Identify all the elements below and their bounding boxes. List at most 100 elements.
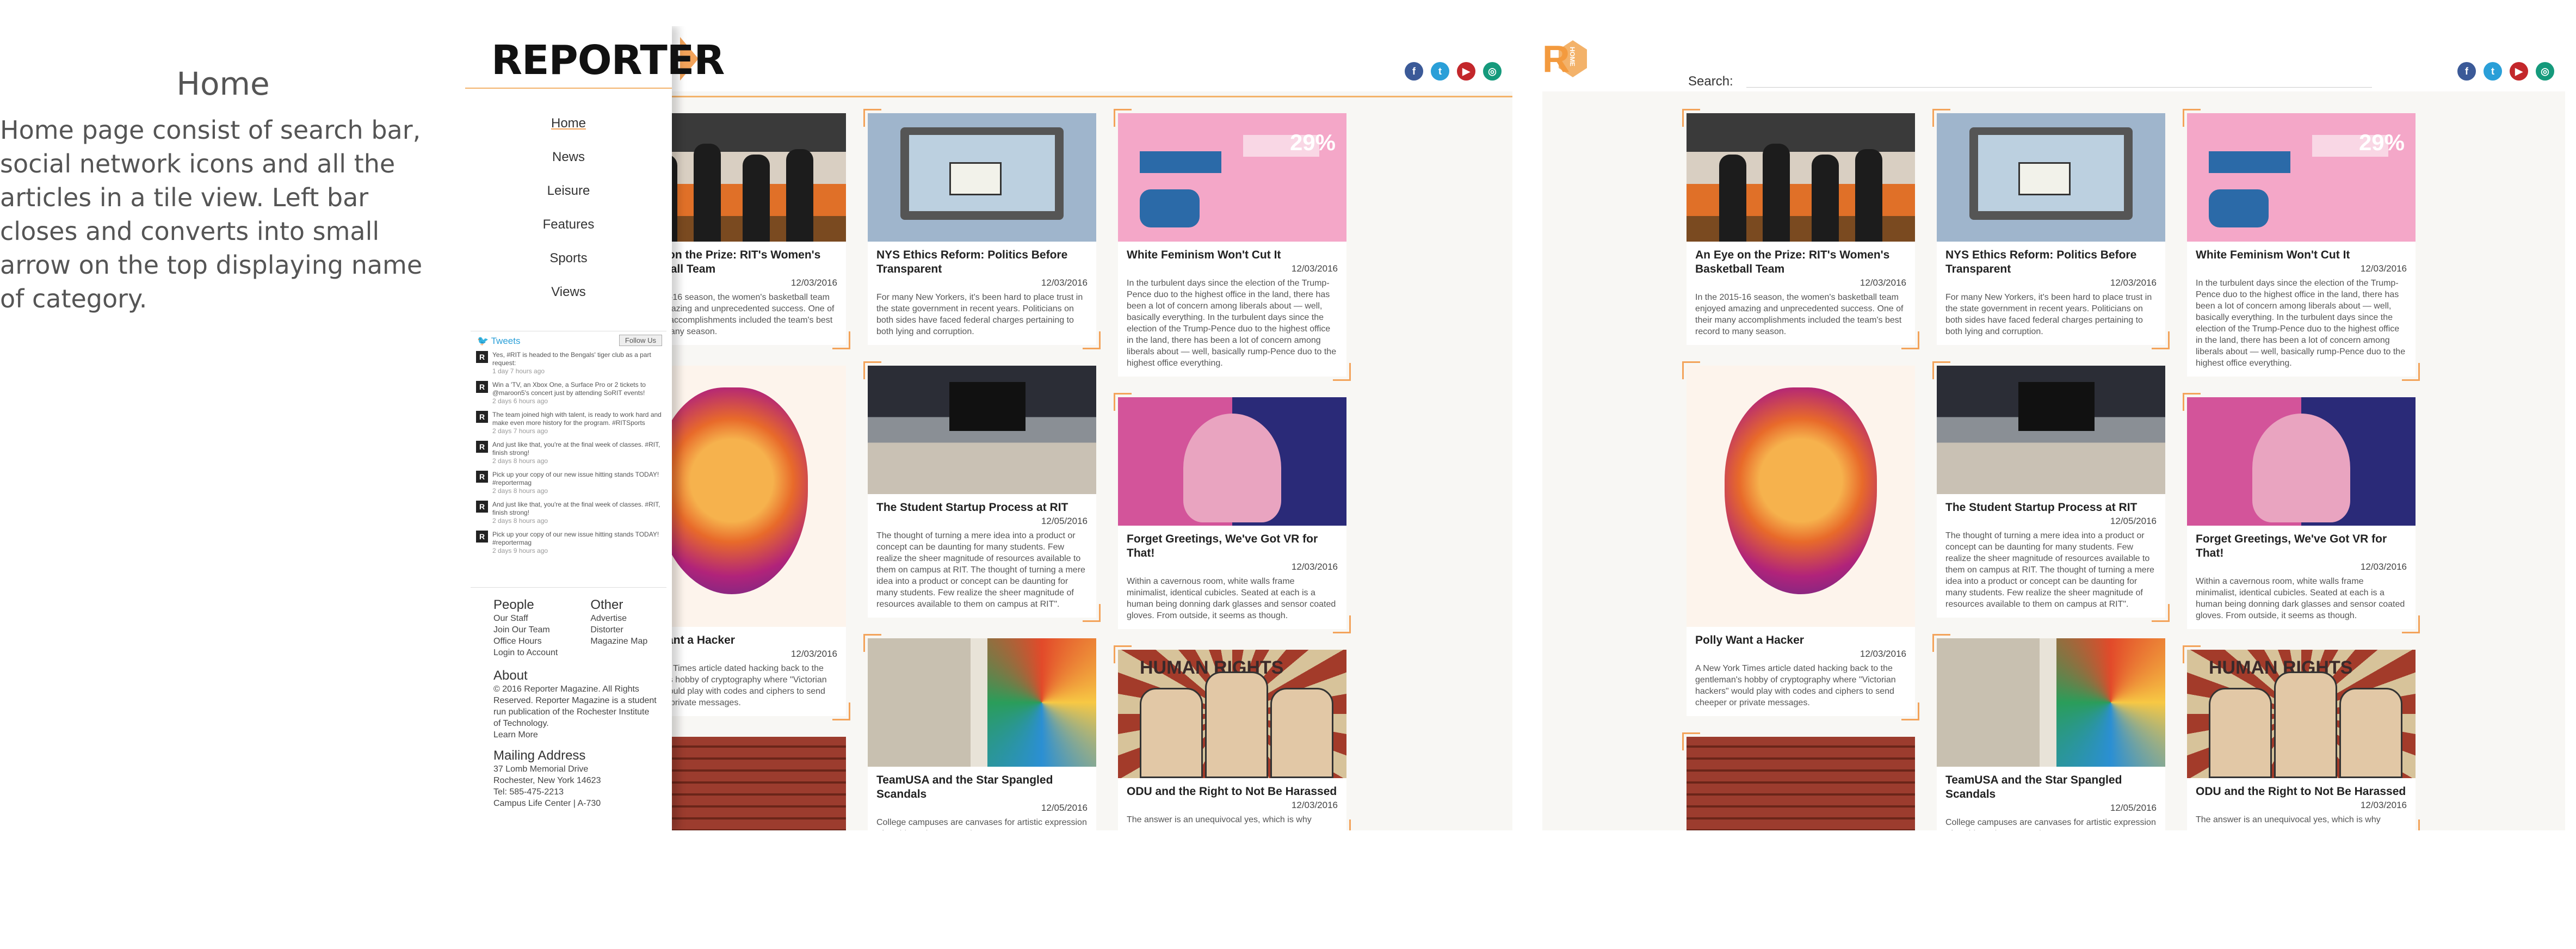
article-date: 12/05/2016	[1041, 516, 1088, 526]
tweet-item[interactable]: Win a 'TV, an Xbox One, a Surface Pro or…	[476, 381, 662, 405]
article-excerpt: For many New Yorkers, it's been hard to …	[1945, 293, 2152, 336]
footer-link[interactable]: Join Our Team	[493, 624, 558, 636]
annotation-text: Home page consist of search bar, social …	[0, 115, 423, 313]
article-image: HUMAN RIGHTS	[1118, 650, 1346, 778]
article-title[interactable]: Forget Greetings, We've Got VR for That!	[1127, 532, 1338, 560]
footer-link[interactable]: Our Staff	[493, 613, 558, 624]
article-title[interactable]: The Student Startup Process at RIT	[876, 501, 1088, 515]
article-title[interactable]: White Feminism Won't Cut It	[2196, 248, 2407, 262]
home-screen-sidebar-closed: R HOME Search: f t ▶ ◎ An Eye on the Pri…	[1542, 26, 2565, 830]
footer-heading: Other	[590, 597, 623, 612]
article-date: 12/03/2016	[2360, 562, 2407, 572]
nav-item-features[interactable]: Features	[465, 208, 672, 242]
article-date: 12/03/2016	[2360, 263, 2407, 274]
footer-link[interactable]: Magazine Map	[590, 636, 647, 647]
article-card[interactable]: TeamUSA and the Star Spangled Scandals 1…	[1932, 634, 2165, 830]
article-card[interactable]: The Student Startup Process at RIT 12/05…	[863, 361, 1101, 622]
article-card[interactable]: An Eye on the Prize: RIT's Women's Baske…	[1682, 109, 1919, 349]
article-title[interactable]: ODU and the Right to Not Be Harassed	[1127, 785, 1338, 799]
article-date: 12/03/2016	[1291, 800, 1338, 810]
footer-heading: Mailing Address	[493, 748, 586, 763]
home-screen-sidebar-open: f t ▶ ◎ An Eye on the Prize: RIT's Women…	[465, 26, 1512, 830]
tweet-item[interactable]: And just like that, you're at the final …	[476, 501, 662, 525]
article-date: 12/03/2016	[1041, 278, 1088, 288]
article-card[interactable]: Forget Greetings, We've Got VR for That!…	[1114, 393, 1351, 633]
article-title[interactable]: Forget Greetings, We've Got VR for That!	[2196, 532, 2407, 560]
youtube-icon[interactable]: ▶	[2510, 62, 2528, 81]
nav-item-views[interactable]: Views	[465, 275, 672, 309]
tweet-item[interactable]: Pick up your copy of our new issue hitti…	[476, 471, 662, 495]
article-date: 12/03/2016	[2360, 800, 2407, 810]
twitter-icon: 🐦	[477, 336, 491, 346]
article-title[interactable]: White Feminism Won't Cut It	[1127, 248, 1338, 262]
article-excerpt: College campuses are canvases for artist…	[1945, 818, 2156, 830]
article-image	[2187, 397, 2416, 526]
article-image	[1937, 366, 2165, 494]
article-title[interactable]: An Eye on the Prize: RIT's Women's Baske…	[1695, 248, 1906, 276]
article-excerpt: Within a cavernous room, white walls fra…	[1127, 577, 1336, 620]
learn-more-link[interactable]: Learn More	[493, 729, 666, 741]
nav-item-home[interactable]: Home	[465, 107, 672, 140]
article-card[interactable]: NYS Ethics Reform: Politics Before Trans…	[863, 109, 1101, 349]
annotation: Home Home page consist of search bar, so…	[0, 65, 446, 316]
tweet-item[interactable]: And just like that, you're at the final …	[476, 441, 662, 465]
footer-about-text: © 2016 Reporter Magazine. All Rights Res…	[493, 685, 657, 728]
article-title[interactable]: Polly Want a Hacker	[1695, 633, 1906, 648]
article-card[interactable]: Polly Want a Hacker 12/03/2016 A New Yor…	[1682, 361, 1919, 720]
article-excerpt: In the turbulent days since the election…	[1127, 279, 1337, 368]
article-card[interactable]: The Student Startup Process at RIT 12/05…	[1932, 361, 2170, 622]
instagram-icon[interactable]: ◎	[1483, 62, 1502, 81]
brand-logo[interactable]: REPORTER	[491, 37, 725, 84]
search-input[interactable]	[1746, 87, 2372, 88]
article-card[interactable]: HUMAN RIGHTS ODU and the Right to Not Be…	[1114, 645, 1351, 830]
article-image	[1687, 737, 1915, 830]
facebook-icon[interactable]: f	[1405, 62, 1423, 81]
left-sidebar: REPORTER Home News Leisure Features Spor…	[465, 26, 725, 830]
article-excerpt: A New York Times article dated hacking b…	[1695, 664, 1896, 707]
tweet-item[interactable]: Pick up your copy of our new issue hitti…	[476, 531, 662, 555]
nav-item-sports[interactable]: Sports	[465, 242, 672, 275]
instagram-icon[interactable]: ◎	[2536, 62, 2554, 81]
category-label: HOME	[1568, 47, 1576, 66]
logo-letter: R	[1542, 38, 1570, 80]
footer-link[interactable]: Login to Account	[493, 647, 558, 658]
twitter-icon[interactable]: t	[1431, 62, 1449, 81]
address-line: Tel: 585-475-2213	[493, 787, 564, 797]
sidebar-nav: Home News Leisure Features Sports Views	[465, 107, 672, 309]
youtube-icon[interactable]: ▶	[1457, 62, 1475, 81]
article-card[interactable]: TeamUSA and the Star Spangled Scandals 1…	[863, 634, 1096, 830]
footer-people: People Our Staff Join Our Team Office Ho…	[493, 597, 558, 658]
article-date: 12/03/2016	[1291, 263, 1338, 274]
social-icons: f t ▶ ◎	[2457, 62, 2554, 81]
tweet-item[interactable]: The team joined high with talent, is rea…	[476, 411, 662, 435]
category-arrow-logo[interactable]: R HOME	[1542, 37, 1587, 81]
article-title[interactable]: NYS Ethics Reform: Politics Before Trans…	[876, 248, 1088, 276]
footer-heading: People	[493, 597, 534, 612]
footer-link[interactable]: Distorter	[590, 624, 647, 636]
article-card[interactable]: 29% White Feminism Won't Cut It 12/03/20…	[2183, 109, 2420, 381]
article-grid: An Eye on the Prize: RIT's Women's Baske…	[1682, 109, 2420, 830]
nav-item-news[interactable]: News	[465, 140, 672, 174]
nav-item-leisure[interactable]: Leisure	[465, 174, 672, 208]
article-title[interactable]: NYS Ethics Reform: Politics Before Trans…	[1945, 248, 2157, 276]
article-title[interactable]: TeamUSA and the Star Spangled Scandals	[1945, 773, 2157, 802]
article-excerpt: The answer is an unequivocal yes, which …	[1127, 815, 1312, 824]
facebook-icon[interactable]: f	[2457, 62, 2476, 81]
tweet-item[interactable]: Yes, #RIT is headed to the Bengals' tige…	[476, 351, 662, 375]
article-image	[1937, 638, 2165, 767]
article-title[interactable]: TeamUSA and the Star Spangled Scandals	[876, 773, 1088, 802]
brand-divider	[465, 88, 672, 89]
article-title[interactable]: ODU and the Right to Not Be Harassed	[2196, 785, 2407, 799]
follow-button[interactable]: Follow Us	[619, 335, 662, 346]
twitter-icon[interactable]: t	[2484, 62, 2502, 81]
article-card[interactable]	[1682, 732, 1915, 830]
article-card[interactable]: NYS Ethics Reform: Politics Before Trans…	[1932, 109, 2170, 349]
footer-link[interactable]: Advertise	[590, 613, 647, 624]
article-image	[868, 638, 1096, 767]
footer-link[interactable]: Office Hours	[493, 636, 558, 647]
article-card[interactable]: Forget Greetings, We've Got VR for That!…	[2183, 393, 2420, 633]
address-line: 37 Lomb Memorial Drive	[493, 765, 589, 774]
article-title[interactable]: The Student Startup Process at RIT	[1945, 501, 2157, 515]
article-card[interactable]: 29% White Feminism Won't Cut It 12/03/20…	[1114, 109, 1351, 381]
article-card[interactable]: HUMAN RIGHTS ODU and the Right to Not Be…	[2183, 645, 2420, 830]
